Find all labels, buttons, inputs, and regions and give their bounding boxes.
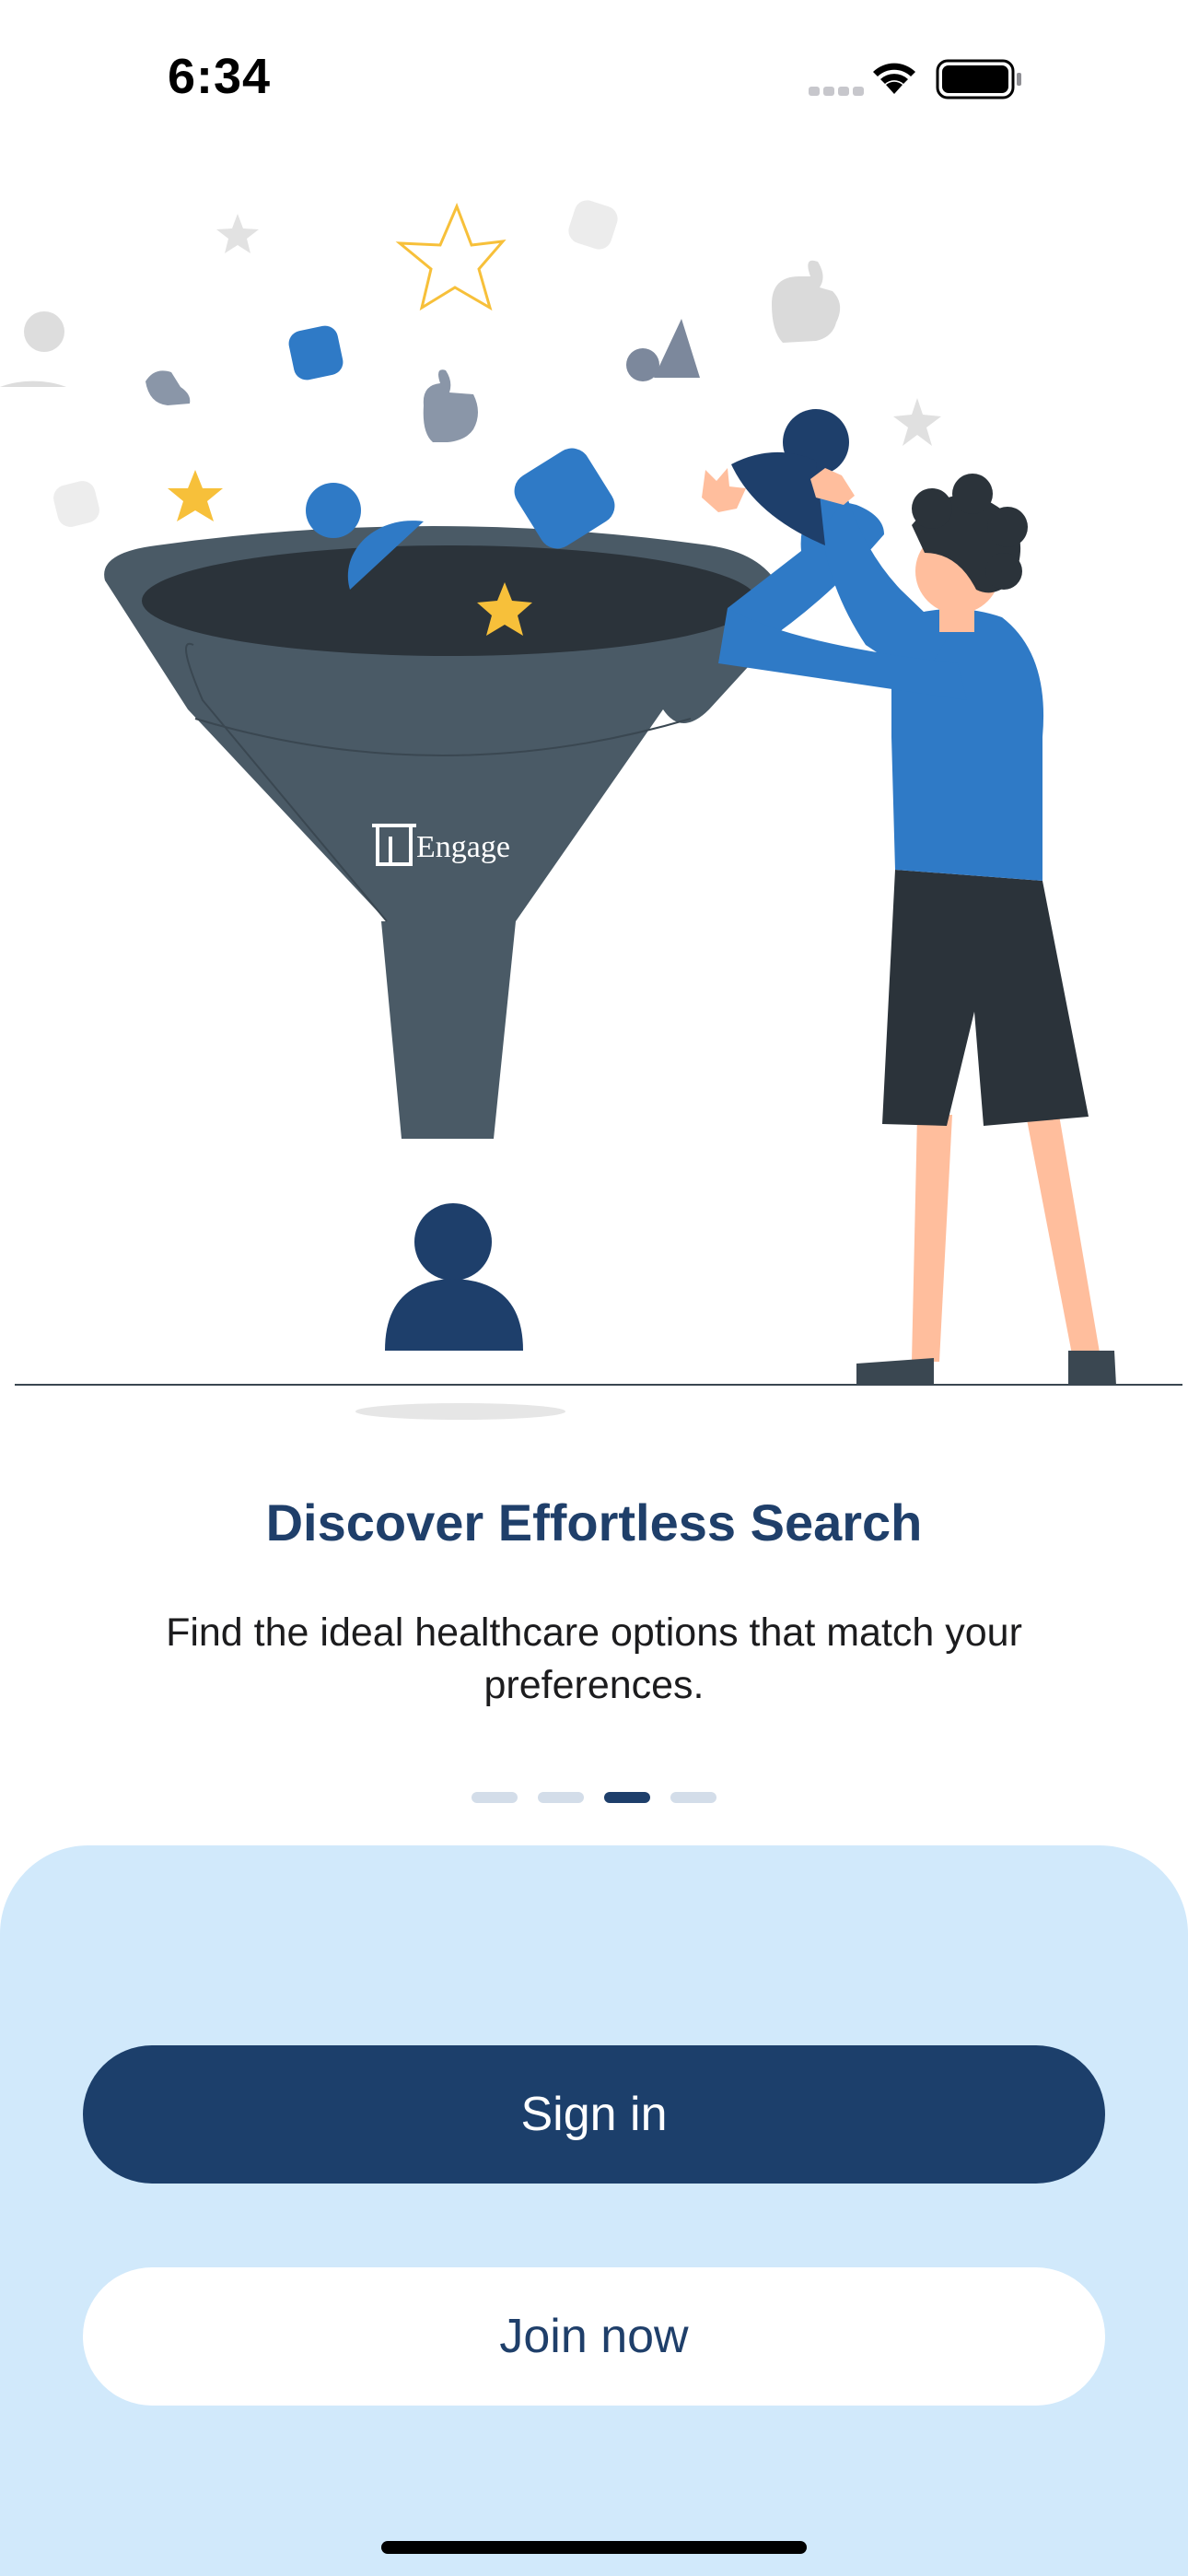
faint-square-icon [53,481,99,527]
page-dot-active[interactable] [604,1792,650,1803]
thumbs-down-icon [146,370,191,405]
sign-in-label: Sign in [520,2088,668,2141]
battery-icon [936,59,1021,100]
blue-square-icon [288,325,344,381]
cellular-signal-icon [809,87,864,96]
thumbs-up-icon [772,260,841,343]
onboarding-illustration: Engage [0,200,1182,1420]
page-dot[interactable] [670,1792,716,1803]
page-indicator[interactable] [0,1792,1188,1805]
star-icon [168,470,223,521]
status-bar: 6:34 [0,0,1188,138]
bottom-action-panel [0,1845,1188,2576]
star-outline-icon [395,203,507,311]
page-dot[interactable] [538,1792,584,1803]
status-icons [809,59,1021,100]
faint-star-icon [893,398,941,446]
wifi-icon [873,63,915,94]
logo-text: Engage [416,830,510,864]
sign-in-button[interactable]: Sign in [83,2045,1105,2184]
thumbs-up-icon [423,369,478,442]
faint-star-icon [216,214,259,253]
home-indicator[interactable] [381,2541,807,2554]
user-icon [626,319,700,381]
join-now-button[interactable]: Join now [83,2267,1105,2406]
join-now-label: Join now [499,2310,689,2363]
faint-square-icon [568,200,618,250]
faint-user-icon [0,311,66,387]
ground-shadow [355,1403,565,1420]
onboarding-title: Discover Effortless Search [265,1493,923,1551]
user-icon [385,1203,523,1351]
person-figure [702,409,1116,1386]
page-dot[interactable] [472,1792,518,1803]
onboarding-subtitle: Find the ideal healthcare options that m… [166,1610,1022,1707]
status-time: 6:34 [168,49,272,104]
